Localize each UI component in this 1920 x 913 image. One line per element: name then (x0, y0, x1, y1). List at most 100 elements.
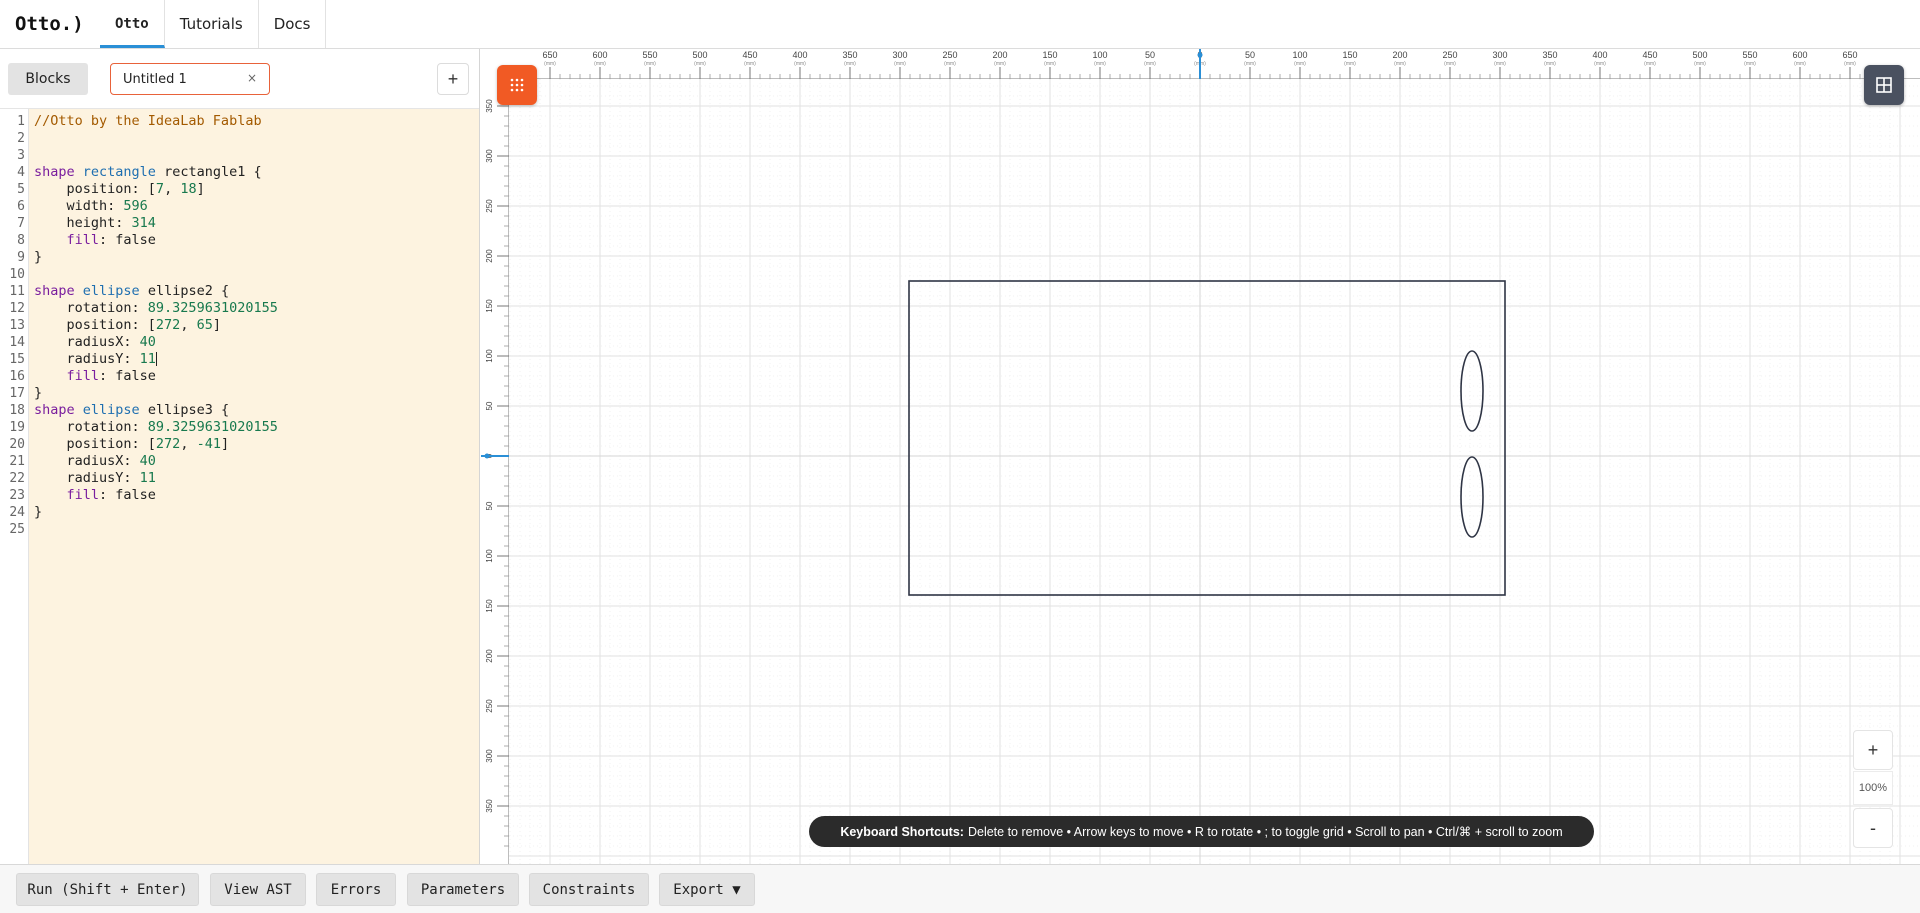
ruler-unit: (mm) (1644, 61, 1656, 67)
code-line[interactable] (34, 130, 278, 147)
code-line[interactable]: } (34, 249, 278, 266)
export-button[interactable]: Export ▼ (659, 873, 755, 906)
view-ast-button[interactable]: View AST (210, 873, 306, 906)
ruler-label: 550 (642, 50, 657, 60)
code-editor[interactable]: 1 2 3 4 5 6 7 8 9 10 11 12 13 14 15 16 17 18 19 20 21 22 23 24 2… (0, 109, 479, 864)
code-line[interactable]: radiusX: 40 (34, 334, 278, 351)
code-line[interactable]: position: [7, 18] (34, 181, 278, 198)
code-line[interactable] (34, 147, 278, 164)
canvas-grid[interactable]: 650(mm)600(mm)550(mm)500(mm)450(mm)400(m… (481, 49, 1920, 864)
code-line[interactable]: shape ellipse ellipse2 { (34, 283, 278, 300)
ruler-label: 100 (485, 549, 494, 563)
code-line[interactable]: radiusY: 11 (34, 351, 278, 368)
ruler-unit: (mm) (644, 61, 656, 67)
ruler-label: 50 (485, 401, 494, 410)
code-line[interactable]: shape rectangle rectangle1 { (34, 164, 278, 181)
line-number: 16 (9, 369, 25, 384)
ruler-unit: (mm) (1144, 61, 1156, 67)
line-number: 19 (9, 420, 25, 435)
code-line[interactable]: rotation: 89.3259631020155 (34, 419, 278, 436)
ruler-unit: (mm) (1544, 61, 1556, 67)
ruler-unit: (mm) (1794, 61, 1806, 67)
zoom-out-button[interactable]: - (1853, 808, 1893, 848)
file-tab[interactable]: Untitled 1 × (110, 63, 270, 95)
line-number: 11 (9, 284, 25, 299)
ruler-label: 200 (485, 249, 494, 263)
code-line[interactable]: fill: false (34, 368, 278, 385)
code-line[interactable] (34, 521, 278, 538)
ruler-label: 50 (1245, 50, 1255, 60)
nav-tab-otto[interactable]: Otto (100, 0, 165, 48)
ruler-unit: (mm) (1394, 61, 1406, 67)
ruler-label: 450 (1642, 50, 1657, 60)
code-line[interactable]: position: [272, 65] (34, 317, 278, 334)
drawing-canvas[interactable]: 650 (mm) 600 (mm) 550 (mm) 500 (mm) 450 (mm) 400 (m… (481, 49, 1920, 864)
ruler-label: 650 (542, 50, 557, 60)
drag-grid-icon (510, 78, 524, 92)
ruler-label: 650 (1842, 50, 1857, 60)
code-line[interactable]: fill: false (34, 232, 278, 249)
ruler-label: 350 (485, 99, 494, 113)
line-number: 18 (9, 403, 25, 418)
ruler-label: 600 (592, 50, 607, 60)
ruler-label: 50 (485, 501, 494, 510)
grid-toggle-button[interactable] (1864, 65, 1904, 105)
code-line[interactable]: radiusX: 40 (34, 453, 278, 470)
ruler-label: 300 (485, 149, 494, 163)
blocks-button[interactable]: Blocks (8, 63, 88, 95)
zoom-in-button[interactable]: + (1853, 730, 1893, 770)
ruler-label: 250 (942, 50, 957, 60)
code-line[interactable]: radiusY: 11 (34, 470, 278, 487)
file-tab-label: Untitled 1 (123, 71, 187, 87)
grid-icon (1876, 77, 1892, 93)
editor-tab-bar: Blocks Untitled 1 × + (0, 49, 479, 109)
drag-grid-button[interactable] (497, 65, 537, 105)
code-line[interactable]: rotation: 89.3259631020155 (34, 300, 278, 317)
ruler-unit: (mm) (794, 61, 806, 67)
ruler-unit: (mm) (1594, 61, 1606, 67)
code-line[interactable] (34, 266, 278, 283)
line-number: 12 (9, 301, 25, 316)
code-lines[interactable]: //Otto by the IdeaLab Fablab shape recta… (34, 113, 278, 538)
line-number: 4 (17, 165, 25, 180)
code-line[interactable]: height: 314 (34, 215, 278, 232)
ruler-unit: (mm) (744, 61, 756, 67)
line-number: 8 (17, 233, 25, 248)
add-tab-button[interactable]: + (437, 63, 469, 95)
ruler-label: 200 (1392, 50, 1407, 60)
code-line[interactable]: //Otto by the IdeaLab Fablab (34, 113, 278, 130)
app-logo[interactable]: Otto.) (0, 0, 100, 48)
code-line[interactable]: } (34, 385, 278, 402)
ruler-label: 250 (485, 199, 494, 213)
nav-tab-docs[interactable]: Docs (259, 0, 327, 48)
code-line[interactable]: position: [272, -41] (34, 436, 278, 453)
run-button[interactable]: Run (Shift + Enter) (16, 873, 199, 906)
code-line[interactable]: width: 596 (34, 198, 278, 215)
nav-tab-tutorials[interactable]: Tutorials (165, 0, 259, 48)
ruler-unit: (mm) (844, 61, 856, 67)
line-number: 21 (9, 454, 25, 469)
ruler-label: 200 (485, 649, 494, 663)
editor-panel: Blocks Untitled 1 × + 1 2 3 4 5 6 7 8 9 10 11 12 13 1… (0, 49, 480, 864)
parameters-button[interactable]: Parameters (407, 873, 519, 906)
line-number: 6 (17, 199, 25, 214)
ruler-unit: (mm) (1094, 61, 1106, 67)
line-number: 5 (17, 182, 25, 197)
constraints-button[interactable]: Constraints (529, 873, 649, 906)
ruler-label: 250 (485, 699, 494, 713)
ruler-unit: (mm) (1494, 61, 1506, 67)
line-number: 23 (9, 488, 25, 503)
code-line[interactable]: } (34, 504, 278, 521)
ruler-label: 300 (485, 749, 494, 763)
code-line[interactable]: fill: false (34, 487, 278, 504)
ruler-label: 350 (485, 799, 494, 813)
ruler-unit: (mm) (944, 61, 956, 67)
line-number: 1 (17, 114, 25, 129)
ruler-label: 100 (1292, 50, 1307, 60)
code-line[interactable]: shape ellipse ellipse3 { (34, 402, 278, 419)
errors-button[interactable]: Errors (316, 873, 396, 906)
ruler-unit: (mm) (1694, 61, 1706, 67)
top-nav: Otto.) Otto Tutorials Docs (0, 0, 1920, 49)
ruler-label: 550 (1742, 50, 1757, 60)
close-tab-icon[interactable]: × (247, 71, 257, 85)
